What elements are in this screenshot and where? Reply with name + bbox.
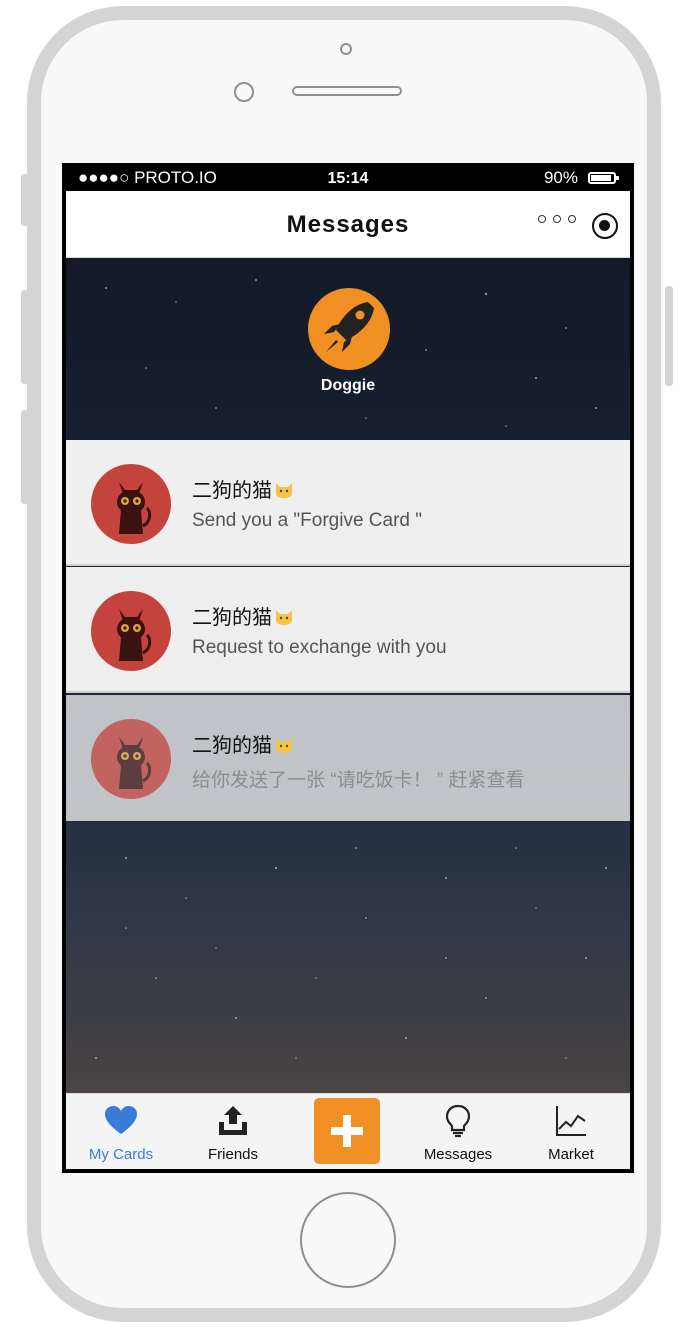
home-button[interactable] — [300, 1192, 396, 1288]
mute-switch — [21, 174, 29, 226]
navigation-bar: Messages — [66, 191, 630, 258]
message-preview: 给你发送了一张 “请吃饭卡！ ” 赶紧查看 — [192, 770, 525, 791]
message-item[interactable]: 二狗的猫 给你发送了一张 “请吃饭卡！ ” 赶紧查看 — [66, 695, 630, 821]
tab-label: Market — [548, 1146, 594, 1163]
tab-messages[interactable]: Messages — [403, 1094, 513, 1169]
battery-percent: 90% — [543, 168, 578, 187]
add-card-button[interactable] — [314, 1098, 380, 1164]
plus-icon — [331, 1115, 363, 1147]
cat-emoji-icon — [276, 610, 292, 625]
tab-market[interactable]: Market — [516, 1094, 626, 1169]
message-preview: Send you a "Forgive Card " — [192, 510, 422, 531]
cat-emoji-icon — [276, 738, 292, 753]
lightbulb-icon — [445, 1104, 471, 1138]
screen: ●●●●○ PROTO.IO 15:14 90% Messages Doggie… — [62, 163, 634, 1173]
cat-avatar-icon — [91, 719, 171, 799]
cat-emoji-icon — [276, 483, 292, 498]
proximity-sensor — [234, 82, 254, 102]
earpiece-speaker — [292, 86, 402, 96]
tab-label: Messages — [423, 1146, 493, 1163]
upload-icon — [219, 1106, 247, 1135]
status-bar: ●●●●○ PROTO.IO 15:14 90% — [66, 163, 630, 191]
tab-my-cards[interactable]: My Cards — [66, 1094, 176, 1169]
more-options-icon[interactable] — [538, 215, 576, 223]
heart-icon — [105, 1106, 137, 1134]
power-button — [665, 286, 673, 386]
message-item[interactable]: 二狗的猫 Send you a "Forgive Card " — [66, 440, 630, 566]
battery-icon — [588, 172, 619, 184]
message-preview: Request to exchange with you — [192, 637, 447, 658]
header-username: Doggie — [320, 377, 376, 394]
volume-down-button — [21, 410, 29, 504]
tab-bar: My Cards Friends Messages Market — [66, 1093, 630, 1169]
target-close-icon[interactable] — [592, 213, 618, 239]
rocket-logo-icon — [308, 288, 390, 370]
tab-label: Friends — [207, 1146, 259, 1163]
tab-friends[interactable]: Friends — [178, 1094, 288, 1169]
sender-name: 二狗的猫 — [192, 729, 294, 758]
message-item[interactable]: 二狗的猫 Request to exchange with you — [66, 567, 630, 693]
message-list-area: Doggie 二狗的猫 Send you a "Forgive Card " 二… — [66, 258, 630, 1093]
tab-label: My Cards — [88, 1146, 154, 1163]
volume-up-button — [21, 290, 29, 384]
sender-name: 二狗的猫 — [192, 601, 294, 630]
chart-line-icon — [556, 1106, 586, 1136]
cat-avatar-icon — [91, 464, 171, 544]
cat-avatar-icon — [91, 591, 171, 671]
front-camera — [340, 43, 352, 55]
sender-name: 二狗的猫 — [192, 474, 294, 503]
